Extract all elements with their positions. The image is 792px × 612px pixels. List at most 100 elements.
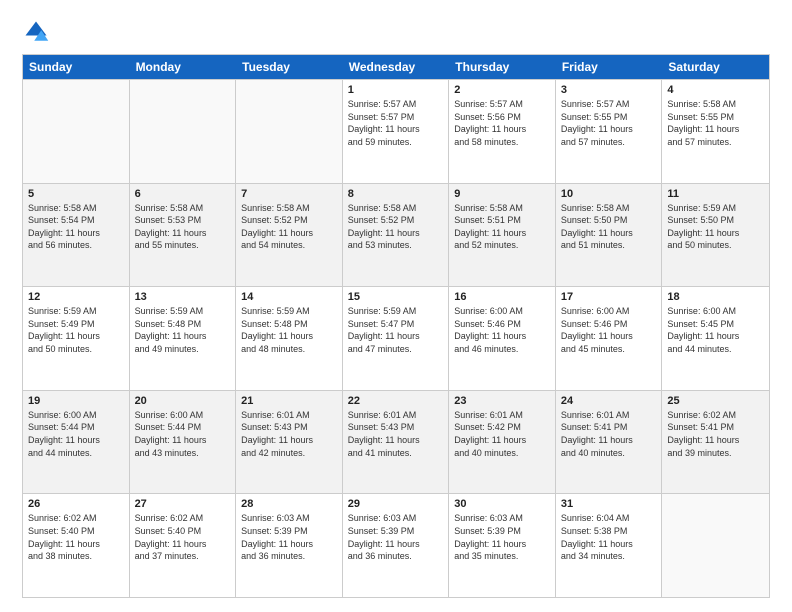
- calendar-day-9: 9 Sunrise: 5:58 AM Sunset: 5:51 PM Daylig…: [449, 184, 556, 287]
- calendar-week-2: 5 Sunrise: 5:58 AM Sunset: 5:54 PM Daylig…: [23, 183, 769, 287]
- calendar-day-21: 21 Sunrise: 6:01 AM Sunset: 5:43 PM Dayli…: [236, 391, 343, 494]
- day-number: 9: [454, 188, 550, 200]
- logo: [22, 18, 54, 46]
- day-number: 21: [241, 395, 337, 407]
- calendar-day-4: 4 Sunrise: 5:58 AM Sunset: 5:55 PM Daylig…: [662, 80, 769, 183]
- day-number: 4: [667, 84, 764, 96]
- calendar-day-15: 15 Sunrise: 5:59 AM Sunset: 5:47 PM Dayli…: [343, 287, 450, 390]
- day-info: Sunrise: 5:59 AM Sunset: 5:49 PM Dayligh…: [28, 305, 124, 355]
- day-info: Sunrise: 6:01 AM Sunset: 5:42 PM Dayligh…: [454, 409, 550, 459]
- calendar-day-16: 16 Sunrise: 6:00 AM Sunset: 5:46 PM Dayli…: [449, 287, 556, 390]
- day-info: Sunrise: 5:58 AM Sunset: 5:52 PM Dayligh…: [241, 202, 337, 252]
- header-day-friday: Friday: [556, 55, 663, 79]
- calendar-day-22: 22 Sunrise: 6:01 AM Sunset: 5:43 PM Dayli…: [343, 391, 450, 494]
- day-info: Sunrise: 5:59 AM Sunset: 5:47 PM Dayligh…: [348, 305, 444, 355]
- day-info: Sunrise: 5:58 AM Sunset: 5:54 PM Dayligh…: [28, 202, 124, 252]
- day-number: 22: [348, 395, 444, 407]
- calendar-day-17: 17Sunrise: 6:00 AM Sunset: 5:46 PM Dayli…: [556, 287, 663, 390]
- day-info: Sunrise: 5:58 AM Sunset: 5:51 PM Dayligh…: [454, 202, 550, 252]
- calendar: SundayMondayTuesdayWednesdayThursdayFrid…: [22, 54, 770, 598]
- day-number: 25: [667, 395, 764, 407]
- day-info: Sunrise: 5:58 AM Sunset: 5:50 PM Dayligh…: [561, 202, 657, 252]
- day-info: Sunrise: 5:57 AM Sunset: 5:56 PM Dayligh…: [454, 98, 550, 148]
- day-number: 11: [667, 188, 764, 200]
- day-info: Sunrise: 6:02 AM Sunset: 5:40 PM Dayligh…: [135, 512, 231, 562]
- calendar-week-4: 19 Sunrise: 6:00 AM Sunset: 5:44 PM Dayli…: [23, 390, 769, 494]
- day-info: Sunrise: 6:03 AM Sunset: 5:39 PM Dayligh…: [454, 512, 550, 562]
- calendar-day-8: 8Sunrise: 5:58 AM Sunset: 5:52 PM Daylig…: [343, 184, 450, 287]
- day-info: Sunrise: 6:01 AM Sunset: 5:41 PM Dayligh…: [561, 409, 657, 459]
- day-number: 31: [561, 498, 657, 510]
- header-day-monday: Monday: [130, 55, 237, 79]
- day-number: 14: [241, 291, 337, 303]
- day-number: 28: [241, 498, 337, 510]
- calendar-day-28: 28 Sunrise: 6:03 AM Sunset: 5:39 PM Dayli…: [236, 494, 343, 597]
- calendar-day-2: 2 Sunrise: 5:57 AM Sunset: 5:56 PM Daylig…: [449, 80, 556, 183]
- calendar-day-7: 7 Sunrise: 5:58 AM Sunset: 5:52 PM Daylig…: [236, 184, 343, 287]
- day-number: 20: [135, 395, 231, 407]
- calendar-day-30: 30Sunrise: 6:03 AM Sunset: 5:39 PM Dayli…: [449, 494, 556, 597]
- day-number: 17: [561, 291, 657, 303]
- calendar-day-14: 14 Sunrise: 5:59 AM Sunset: 5:48 PM Dayli…: [236, 287, 343, 390]
- day-info: Sunrise: 5:58 AM Sunset: 5:52 PM Dayligh…: [348, 202, 444, 252]
- day-info: Sunrise: 6:00 AM Sunset: 5:46 PM Dayligh…: [454, 305, 550, 355]
- calendar-day-11: 11 Sunrise: 5:59 AM Sunset: 5:50 PM Dayli…: [662, 184, 769, 287]
- day-number: 13: [135, 291, 231, 303]
- day-info: Sunrise: 5:58 AM Sunset: 5:53 PM Dayligh…: [135, 202, 231, 252]
- calendar-empty-cell: [236, 80, 343, 183]
- calendar-empty-cell: [23, 80, 130, 183]
- calendar-day-6: 6Sunrise: 5:58 AM Sunset: 5:53 PM Daylig…: [130, 184, 237, 287]
- day-number: 5: [28, 188, 124, 200]
- calendar-header: SundayMondayTuesdayWednesdayThursdayFrid…: [23, 55, 769, 79]
- day-number: 15: [348, 291, 444, 303]
- day-info: Sunrise: 6:02 AM Sunset: 5:41 PM Dayligh…: [667, 409, 764, 459]
- page: SundayMondayTuesdayWednesdayThursdayFrid…: [0, 0, 792, 612]
- day-info: Sunrise: 6:02 AM Sunset: 5:40 PM Dayligh…: [28, 512, 124, 562]
- day-number: 27: [135, 498, 231, 510]
- day-info: Sunrise: 5:59 AM Sunset: 5:48 PM Dayligh…: [135, 305, 231, 355]
- header-day-sunday: Sunday: [23, 55, 130, 79]
- day-info: Sunrise: 6:03 AM Sunset: 5:39 PM Dayligh…: [348, 512, 444, 562]
- day-info: Sunrise: 6:04 AM Sunset: 5:38 PM Dayligh…: [561, 512, 657, 562]
- day-info: Sunrise: 5:59 AM Sunset: 5:48 PM Dayligh…: [241, 305, 337, 355]
- header-day-tuesday: Tuesday: [236, 55, 343, 79]
- day-info: Sunrise: 6:00 AM Sunset: 5:44 PM Dayligh…: [135, 409, 231, 459]
- day-number: 23: [454, 395, 550, 407]
- day-info: Sunrise: 6:01 AM Sunset: 5:43 PM Dayligh…: [241, 409, 337, 459]
- calendar-week-1: 1 Sunrise: 5:57 AM Sunset: 5:57 PM Daylig…: [23, 79, 769, 183]
- calendar-day-24: 24 Sunrise: 6:01 AM Sunset: 5:41 PM Dayli…: [556, 391, 663, 494]
- day-info: Sunrise: 5:57 AM Sunset: 5:55 PM Dayligh…: [561, 98, 657, 148]
- day-number: 10: [561, 188, 657, 200]
- calendar-empty-cell: [662, 494, 769, 597]
- day-number: 7: [241, 188, 337, 200]
- day-info: Sunrise: 5:58 AM Sunset: 5:55 PM Dayligh…: [667, 98, 764, 148]
- day-info: Sunrise: 5:59 AM Sunset: 5:50 PM Dayligh…: [667, 202, 764, 252]
- header-day-thursday: Thursday: [449, 55, 556, 79]
- calendar-week-5: 26Sunrise: 6:02 AM Sunset: 5:40 PM Dayli…: [23, 493, 769, 597]
- header-day-wednesday: Wednesday: [343, 55, 450, 79]
- calendar-day-31: 31 Sunrise: 6:04 AM Sunset: 5:38 PM Dayli…: [556, 494, 663, 597]
- day-info: Sunrise: 6:03 AM Sunset: 5:39 PM Dayligh…: [241, 512, 337, 562]
- day-number: 12: [28, 291, 124, 303]
- day-number: 16: [454, 291, 550, 303]
- header: [22, 18, 770, 46]
- day-number: 1: [348, 84, 444, 96]
- day-number: 18: [667, 291, 764, 303]
- day-number: 2: [454, 84, 550, 96]
- calendar-day-19: 19 Sunrise: 6:00 AM Sunset: 5:44 PM Dayli…: [23, 391, 130, 494]
- day-number: 24: [561, 395, 657, 407]
- day-info: Sunrise: 6:00 AM Sunset: 5:45 PM Dayligh…: [667, 305, 764, 355]
- calendar-day-23: 23 Sunrise: 6:01 AM Sunset: 5:42 PM Dayli…: [449, 391, 556, 494]
- calendar-day-27: 27 Sunrise: 6:02 AM Sunset: 5:40 PM Dayli…: [130, 494, 237, 597]
- calendar-day-12: 12 Sunrise: 5:59 AM Sunset: 5:49 PM Dayli…: [23, 287, 130, 390]
- day-info: Sunrise: 5:57 AM Sunset: 5:57 PM Dayligh…: [348, 98, 444, 148]
- header-day-saturday: Saturday: [662, 55, 769, 79]
- day-number: 19: [28, 395, 124, 407]
- calendar-day-13: 13 Sunrise: 5:59 AM Sunset: 5:48 PM Dayli…: [130, 287, 237, 390]
- day-number: 29: [348, 498, 444, 510]
- calendar-day-3: 3Sunrise: 5:57 AM Sunset: 5:55 PM Daylig…: [556, 80, 663, 183]
- calendar-day-29: 29 Sunrise: 6:03 AM Sunset: 5:39 PM Dayli…: [343, 494, 450, 597]
- calendar-day-1: 1 Sunrise: 5:57 AM Sunset: 5:57 PM Daylig…: [343, 80, 450, 183]
- day-info: Sunrise: 6:00 AM Sunset: 5:44 PM Dayligh…: [28, 409, 124, 459]
- day-info: Sunrise: 6:01 AM Sunset: 5:43 PM Dayligh…: [348, 409, 444, 459]
